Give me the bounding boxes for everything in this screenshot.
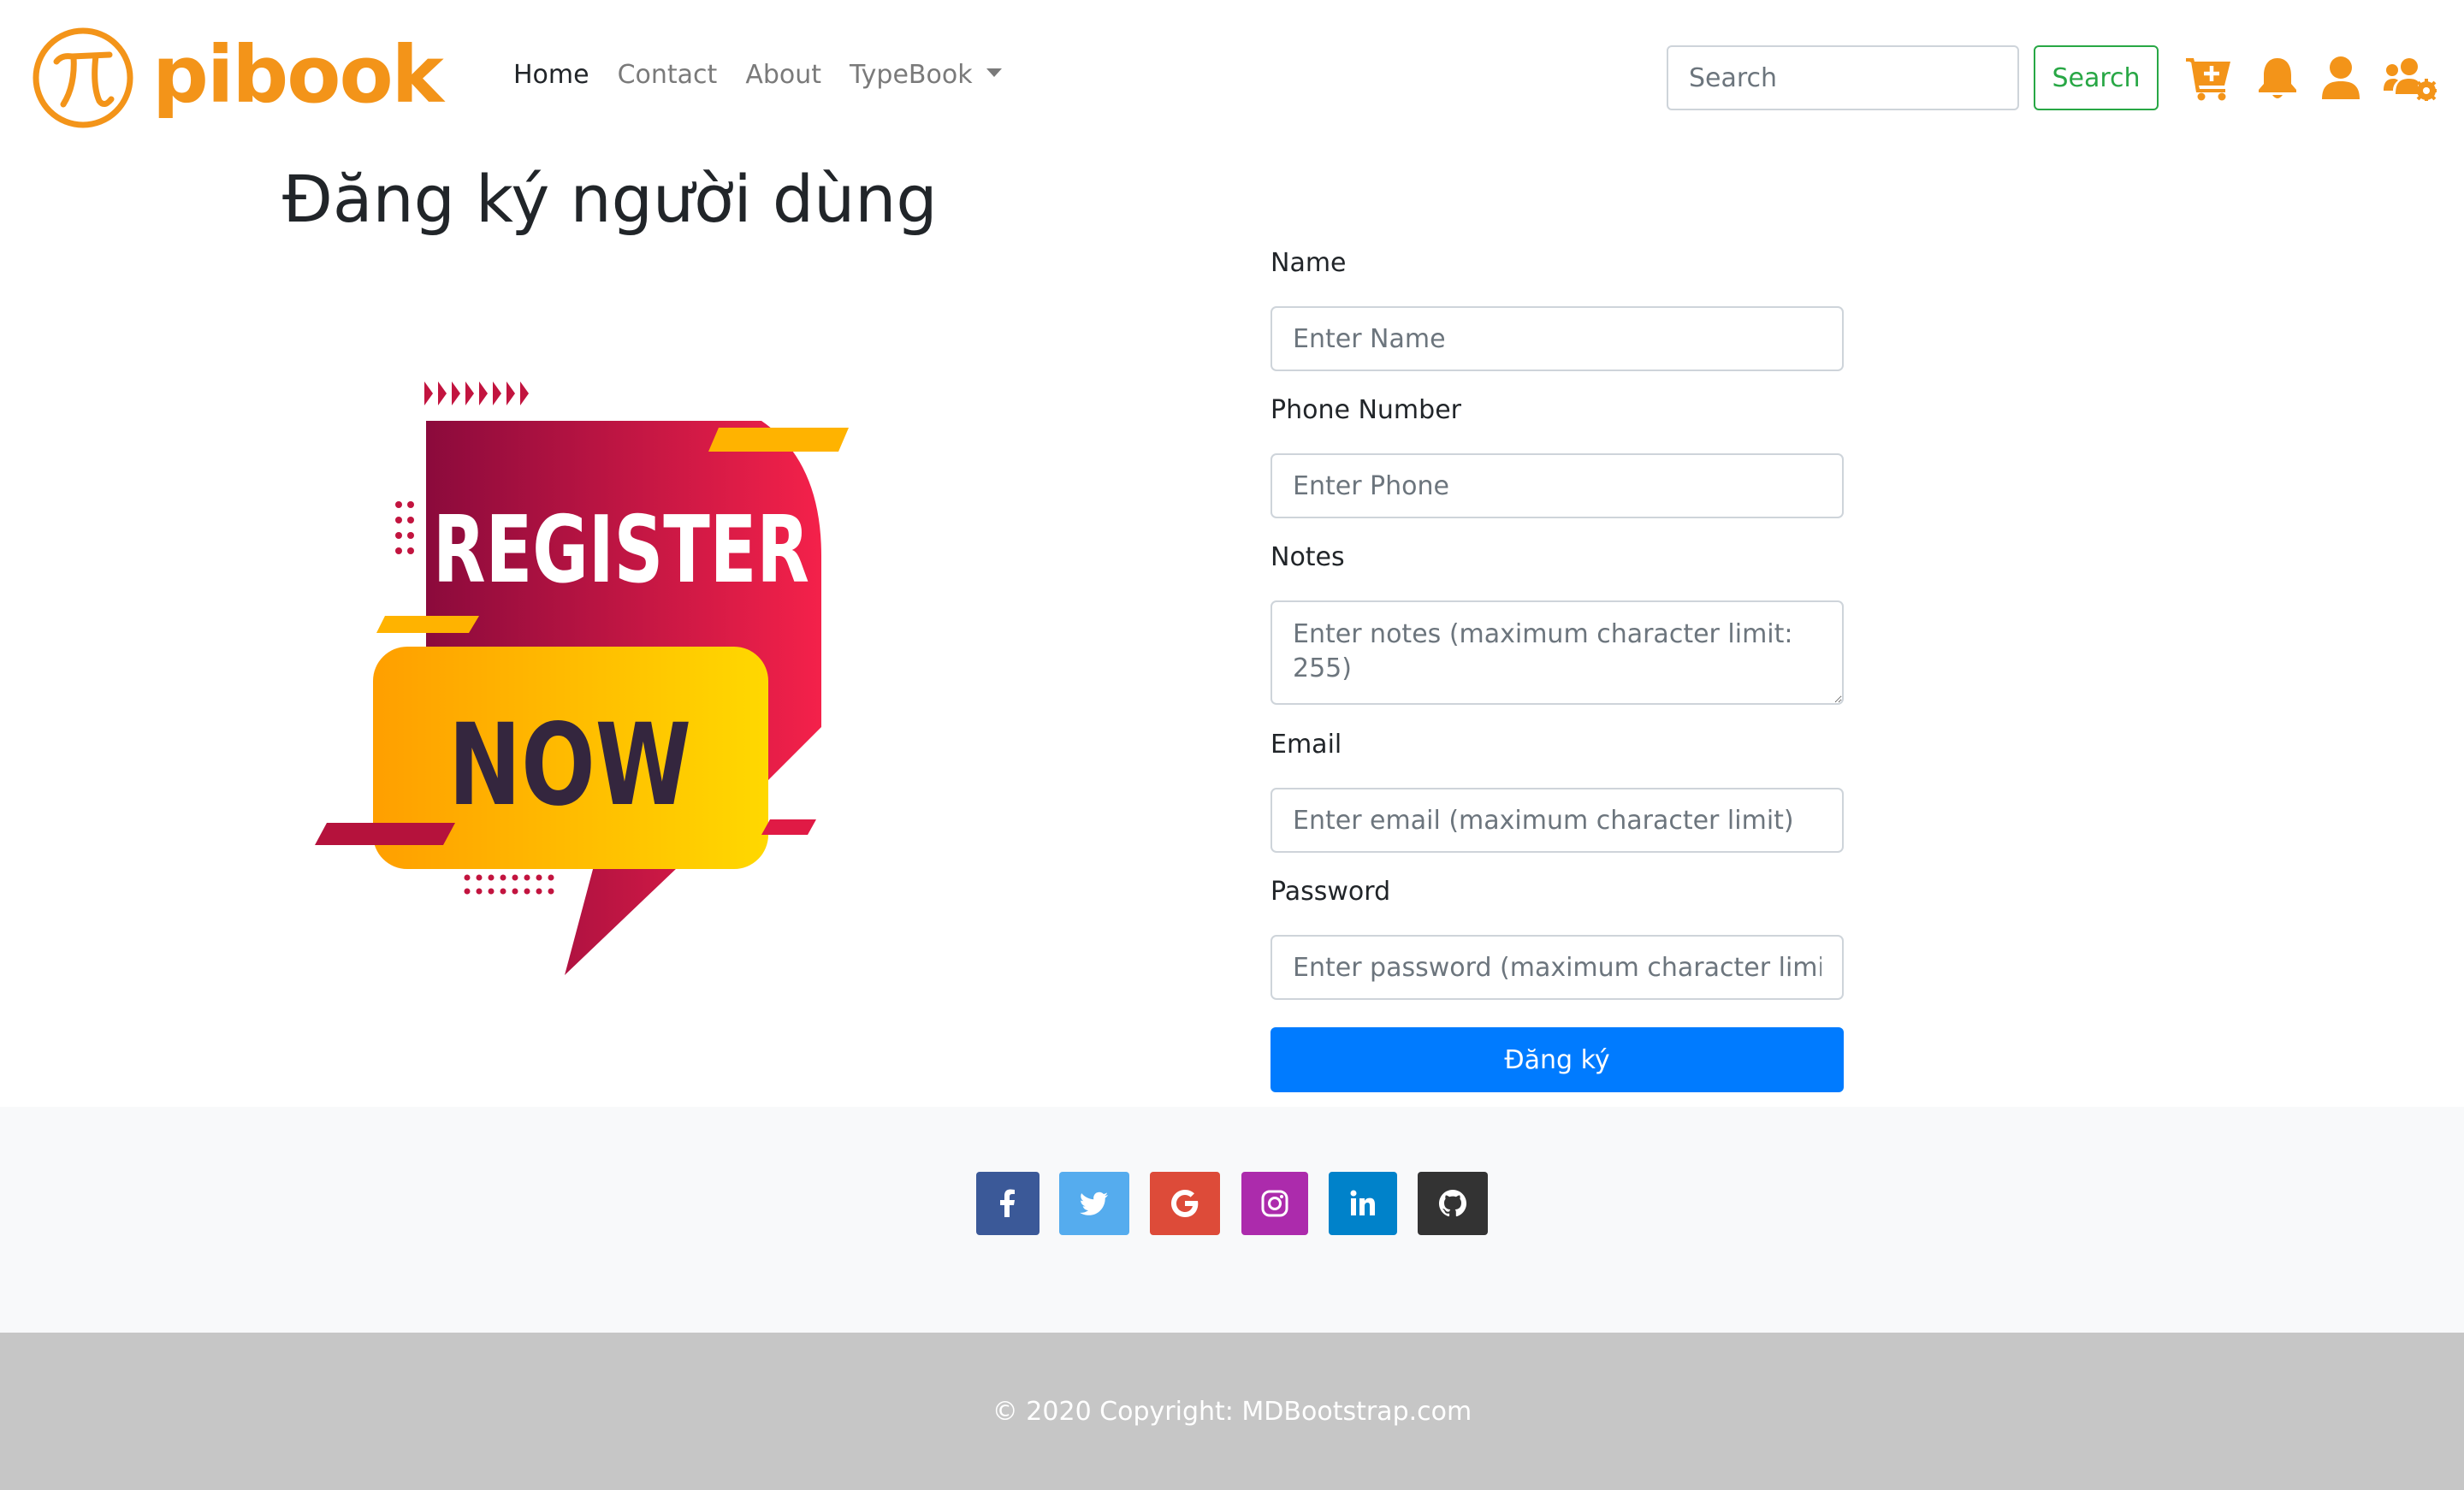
github-button[interactable] [1418, 1172, 1488, 1235]
nav-about[interactable]: About [745, 60, 821, 90]
nav-typebook-label: TypeBook [850, 60, 973, 90]
twitter-button[interactable] [1059, 1172, 1129, 1235]
phone-label: Phone Number [1270, 395, 1461, 425]
page-title: Đăng ký người dùng [282, 161, 938, 237]
main-nav: Home Contact About TypeBook [513, 60, 1030, 90]
caret-down-icon [986, 68, 1002, 77]
banner-register-text: REGISTER [433, 497, 809, 604]
notes-group: Notes [1270, 542, 1844, 705]
register-submit-button[interactable]: Đăng ký [1270, 1027, 1844, 1092]
nav-contact[interactable]: Contact [618, 60, 718, 90]
password-label: Password [1270, 877, 1391, 907]
email-input[interactable] [1270, 788, 1844, 853]
phone-group: Phone Number [1270, 395, 1844, 518]
notes-label: Notes [1270, 542, 1345, 572]
pi-logo-icon [33, 27, 133, 128]
password-input[interactable] [1270, 935, 1844, 1000]
twitter-icon [1080, 1191, 1108, 1215]
brand-name: pibook [152, 28, 444, 121]
facebook-button[interactable] [976, 1172, 1040, 1235]
search-button[interactable]: Search [2034, 45, 2159, 110]
linkedin-button[interactable] [1329, 1172, 1397, 1235]
phone-input[interactable] [1270, 453, 1844, 518]
email-group: Email [1270, 730, 1844, 853]
name-label: Name [1270, 248, 1347, 278]
cart-plus-icon[interactable] [2184, 55, 2232, 101]
chevron-decoration [424, 381, 529, 405]
user-icon[interactable] [2317, 55, 2365, 101]
name-group: Name [1270, 248, 1844, 371]
bell-icon[interactable] [2254, 55, 2301, 101]
nav-typebook-dropdown[interactable]: TypeBook [850, 60, 1002, 90]
instagram-button[interactable] [1241, 1172, 1308, 1235]
nav-home[interactable]: Home [513, 60, 589, 90]
register-now-banner: REGISTER NOW [315, 381, 849, 975]
copyright-text: © 2020 Copyright: MDBootstrap.com [992, 1396, 1472, 1427]
dots-decoration [395, 501, 414, 554]
brand-logo[interactable]: pibook [31, 24, 444, 132]
github-icon [1439, 1190, 1466, 1217]
email-label: Email [1270, 730, 1342, 760]
facebook-icon [1000, 1189, 1015, 1217]
instagram-icon [1261, 1190, 1288, 1217]
navbar: pibook Home Contact About TypeBook Searc… [0, 0, 2464, 159]
linkedin-icon [1350, 1190, 1375, 1215]
users-cog-icon[interactable] [2384, 55, 2437, 101]
google-icon [1171, 1190, 1199, 1217]
google-button[interactable] [1150, 1172, 1220, 1235]
footer-copyright-bar: © 2020 Copyright: MDBootstrap.com [0, 1333, 2464, 1490]
footer-social-bar [0, 1107, 2464, 1333]
notes-textarea[interactable] [1270, 600, 1844, 705]
search-input[interactable] [1667, 45, 2019, 110]
name-input[interactable] [1270, 306, 1844, 371]
banner-now-text: NOW [448, 700, 691, 831]
password-group: Password [1270, 877, 1844, 1000]
